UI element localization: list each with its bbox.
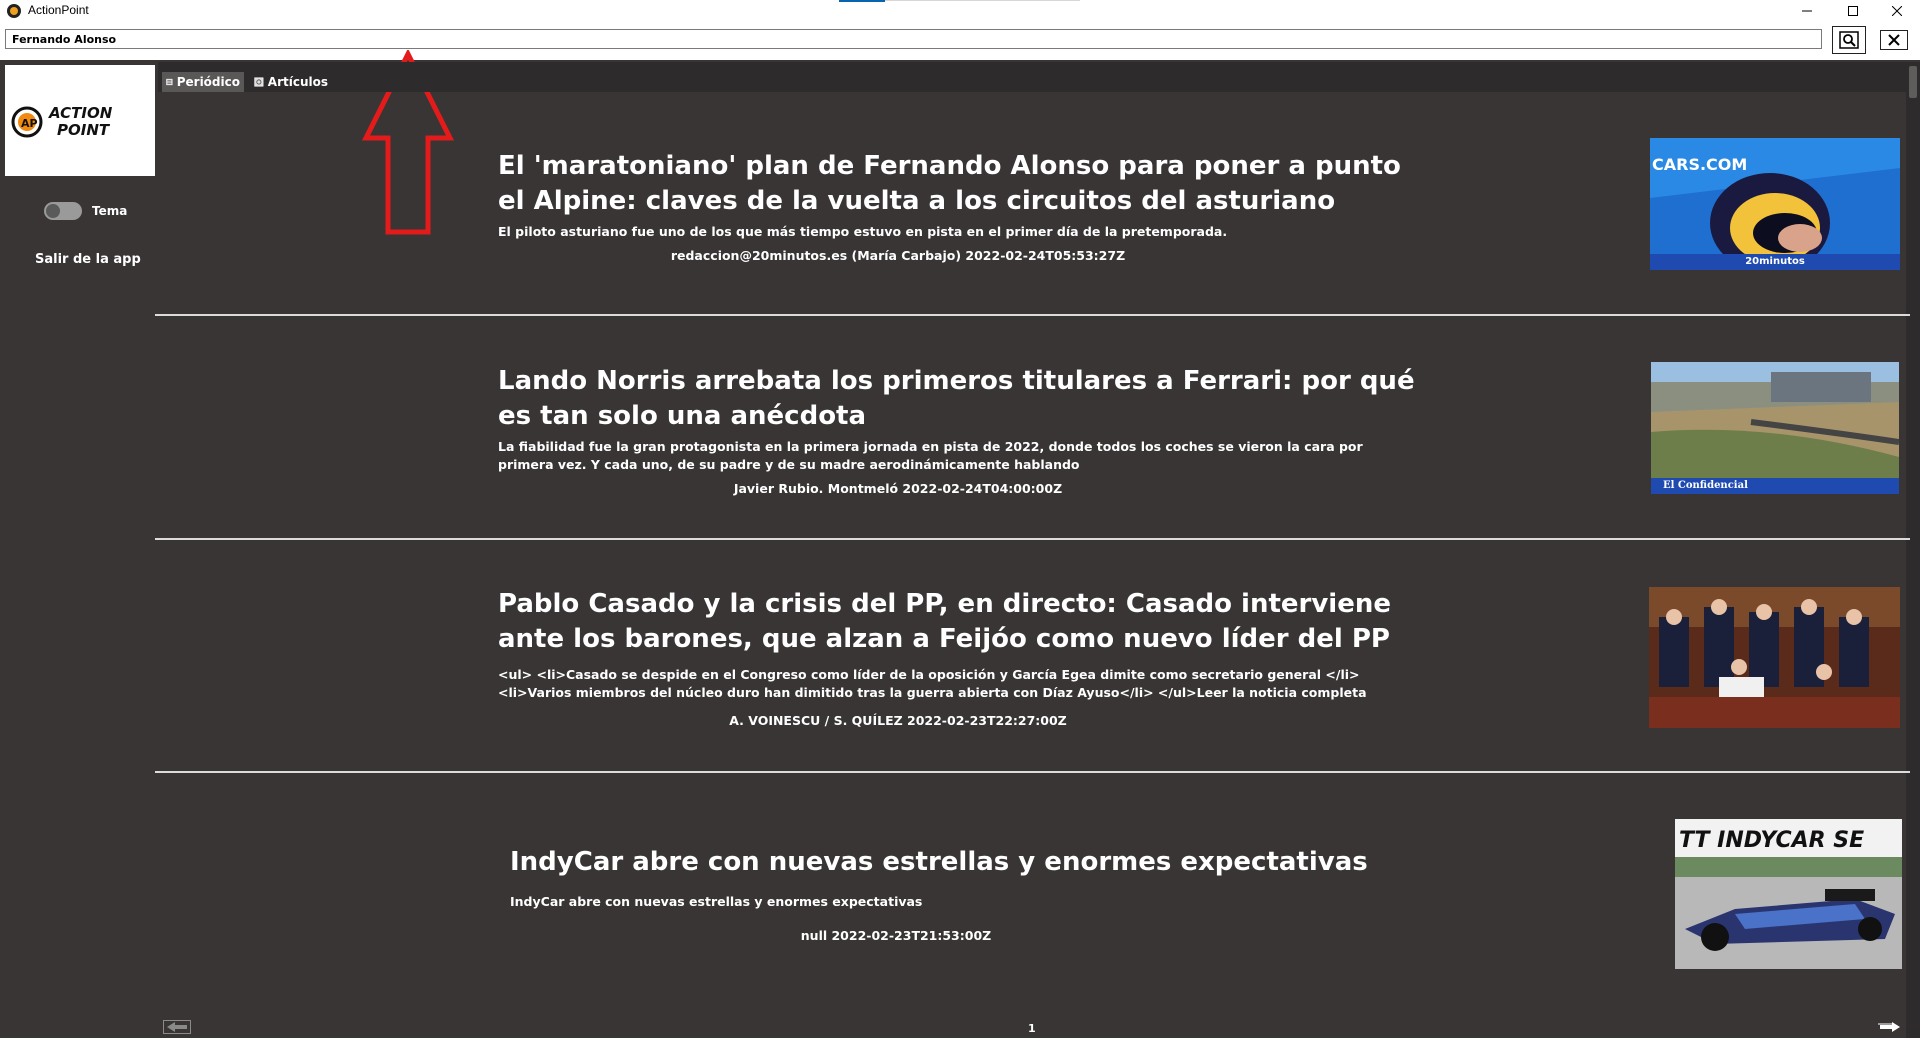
- article-title[interactable]: Pablo Casado y la crisis del PP, en dire…: [498, 587, 1391, 657]
- tab-periodico-label: Periódico: [176, 75, 240, 89]
- search-icon: [1839, 31, 1859, 49]
- article-meta: redaccion@20minutos.es (María Carbajo) 2…: [670, 248, 1126, 263]
- close-icon: [1892, 6, 1902, 16]
- article-icon: [254, 77, 264, 87]
- newspaper-icon: [166, 78, 173, 86]
- maximize-button[interactable]: [1830, 0, 1876, 22]
- clear-search-button[interactable]: [1880, 30, 1908, 50]
- svg-text:ACTION: ACTION: [48, 104, 113, 122]
- divider: [155, 314, 1910, 316]
- search-bar: [0, 22, 1920, 60]
- theme-toggle-knob: [46, 204, 60, 218]
- article-meta: null 2022-02-23T21:53:00Z: [800, 928, 992, 943]
- loading-indicator: [839, 0, 885, 2]
- article-description: IndyCar abre con nuevas estrellas y enor…: [510, 894, 923, 909]
- theme-toggle[interactable]: [44, 202, 82, 220]
- article-image: [1649, 587, 1900, 728]
- title-bar: ActionPoint: [0, 0, 1920, 22]
- article-image: El Confidencial: [1651, 362, 1899, 494]
- svg-text:TT INDYCAR SE: TT INDYCAR SE: [1679, 828, 1864, 853]
- search-button[interactable]: [1832, 26, 1866, 54]
- article-title[interactable]: IndyCar abre con nuevas estrellas y enor…: [510, 845, 1368, 880]
- exit-app-button[interactable]: Salir de la app: [35, 252, 141, 267]
- maximize-icon: [1848, 6, 1858, 16]
- tab-articulos-label: Artículos: [267, 75, 328, 89]
- article-meta: A. VOINESCU / S. QUÍLEZ 2022-02-23T22:27…: [729, 713, 1067, 728]
- divider: [155, 771, 1910, 773]
- divider: [155, 538, 1910, 540]
- page-number: 1: [1028, 1022, 1036, 1035]
- minimize-icon: [1802, 10, 1812, 12]
- loading-track: [885, 0, 1080, 1]
- article-description: El piloto asturiano fue uno de los que m…: [498, 224, 1228, 239]
- image-caption: El Confidencial: [1651, 478, 1899, 494]
- close-button[interactable]: [1874, 0, 1920, 22]
- scrollbar-thumb[interactable]: [1909, 66, 1917, 98]
- minimize-button[interactable]: [1784, 0, 1830, 22]
- article-title[interactable]: El 'maratoniano' plan de Fernando Alonso…: [498, 149, 1401, 219]
- article-image: TT INDYCAR SE: [1675, 819, 1902, 969]
- tab-articulos[interactable]: Artículos: [250, 72, 332, 92]
- theme-label: Tema: [92, 204, 128, 218]
- app-logo: AP ACTION POINT: [5, 65, 155, 176]
- article-title[interactable]: Lando Norris arrebata los primeros titul…: [498, 364, 1415, 434]
- article-description: <ul> <li>Casado se despide en el Congres…: [498, 667, 1367, 700]
- app-icon: [7, 4, 21, 18]
- clear-icon: [1888, 34, 1900, 46]
- prev-arrow-icon[interactable]: [163, 1020, 191, 1034]
- image-caption: 20minutos: [1650, 254, 1900, 270]
- svg-text:CARS.COM: CARS.COM: [1652, 155, 1747, 174]
- article-meta: Javier Rubio. Montmeló 2022-02-24T04:00:…: [733, 481, 1063, 496]
- search-input[interactable]: [5, 29, 1822, 49]
- scrollbar[interactable]: [1906, 62, 1920, 1038]
- tab-strip: [158, 62, 1920, 92]
- svg-text:AP: AP: [21, 117, 38, 130]
- window-title: ActionPoint: [28, 3, 89, 17]
- tab-periodico[interactable]: Periódico: [162, 72, 244, 92]
- next-arrow-icon[interactable]: [1876, 1020, 1904, 1034]
- article-description: La fiabilidad fue la gran protagonista e…: [498, 439, 1363, 472]
- svg-text:POINT: POINT: [57, 121, 111, 139]
- article-image: CARS.COM 20minutos: [1650, 138, 1900, 270]
